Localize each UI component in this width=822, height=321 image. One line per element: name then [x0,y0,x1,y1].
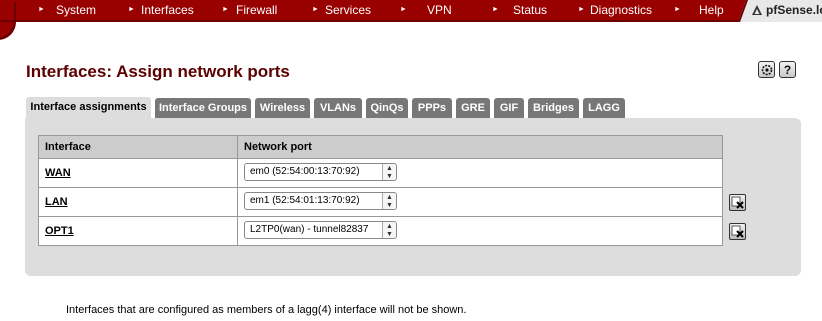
interface-cell: OPT1 [38,216,238,246]
tab-bridges[interactable]: Bridges [528,98,579,118]
delete-icon [731,196,744,209]
nav-arrow-icon: ► [312,6,319,13]
page-title: Interfaces: Assign network ports [26,62,290,81]
interface-link-opt1[interactable]: OPT1 [45,225,74,237]
interface-assignment-table: Interface Network port WAN em0 (52:54:00… [38,135,723,246]
navbar-corner [0,0,14,38]
nav-arrow-icon: ► [128,6,135,13]
tab-gif[interactable]: GIF [494,98,524,118]
table-row: WAN em0 (52:54:00:13:70:92) ▲ ▼ [38,158,723,188]
tab-vlans[interactable]: VLANs [314,98,362,118]
nav-item-status[interactable]: Status [513,0,547,20]
brand-name[interactable]: pfSense.lo [766,0,822,20]
interface-link-wan[interactable]: WAN [45,167,71,179]
column-header-interface: Interface [38,135,238,159]
table-row: OPT1 L2TP0(wan) - tunnel82837 ▲ ▼ [38,216,723,246]
network-port-value: em0 (52:54:00:13:70:92) [250,165,360,177]
network-port-select-lan[interactable]: em1 (52:54:01:13:70:92) ▲ ▼ [244,191,397,210]
interface-cell: LAN [38,187,238,217]
nav-arrow-icon: ► [578,6,585,13]
tab-interface-assignments[interactable]: Interface assignments [26,97,151,119]
nav-arrow-icon: ► [492,6,499,13]
delete-interface-lan-button[interactable] [729,194,746,211]
interface-cell: WAN [38,158,238,188]
tab-interface-groups[interactable]: Interface Groups [155,98,251,118]
tab-ppps[interactable]: PPPs [412,98,452,118]
tab-lagg[interactable]: LAGG [583,98,625,118]
table-row: LAN em1 (52:54:01:13:70:92) ▲ ▼ [38,187,723,217]
network-port-value: em1 (52:54:01:13:70:92) [250,194,360,206]
table-header-row: Interface Network port [38,135,723,159]
nav-item-vpn[interactable]: VPN [427,0,452,20]
delete-interface-opt1-button[interactable] [729,223,746,240]
nav-item-interfaces[interactable]: Interfaces [141,0,194,20]
tab-wireless[interactable]: Wireless [255,98,310,118]
nav-item-diagnostics[interactable]: Diagnostics [590,0,652,20]
network-port-cell: L2TP0(wan) - tunnel82837 ▲ ▼ [237,216,723,246]
select-arrows-icon: ▲ ▼ [382,163,396,180]
nav-item-services[interactable]: Services [325,0,371,20]
network-port-value: L2TP0(wan) - tunnel82837 [250,223,369,235]
network-port-cell: em1 (52:54:01:13:70:92) ▲ ▼ [237,187,723,217]
settings-icon[interactable] [758,61,775,78]
tab-qinqs[interactable]: QinQs [366,98,408,118]
network-port-cell: em0 (52:54:00:13:70:92) ▲ ▼ [237,158,723,188]
nav-arrow-icon: ► [38,6,45,13]
column-header-network-port: Network port [237,135,723,159]
nav-item-help[interactable]: Help [699,0,724,20]
lagg-members-note: Interfaces that are configured as member… [66,304,467,316]
select-arrows-icon: ▲ ▼ [382,221,396,238]
network-port-select-opt1[interactable]: L2TP0(wan) - tunnel82837 ▲ ▼ [244,220,397,239]
pfsense-logo-icon [752,5,762,15]
nav-arrow-icon: ► [674,6,681,13]
nav-arrow-icon: ► [222,6,229,13]
nav-arrow-icon: ► [400,6,407,13]
delete-icon [731,225,744,238]
help-icon[interactable]: ? [779,61,796,78]
navbar-shadow [0,20,822,22]
interface-link-lan[interactable]: LAN [45,196,68,208]
network-port-select-wan[interactable]: em0 (52:54:00:13:70:92) ▲ ▼ [244,162,397,181]
nav-item-system[interactable]: System [56,0,96,20]
tab-gre[interactable]: GRE [456,98,490,118]
select-arrows-icon: ▲ ▼ [382,192,396,209]
nav-item-firewall[interactable]: Firewall [236,0,277,20]
